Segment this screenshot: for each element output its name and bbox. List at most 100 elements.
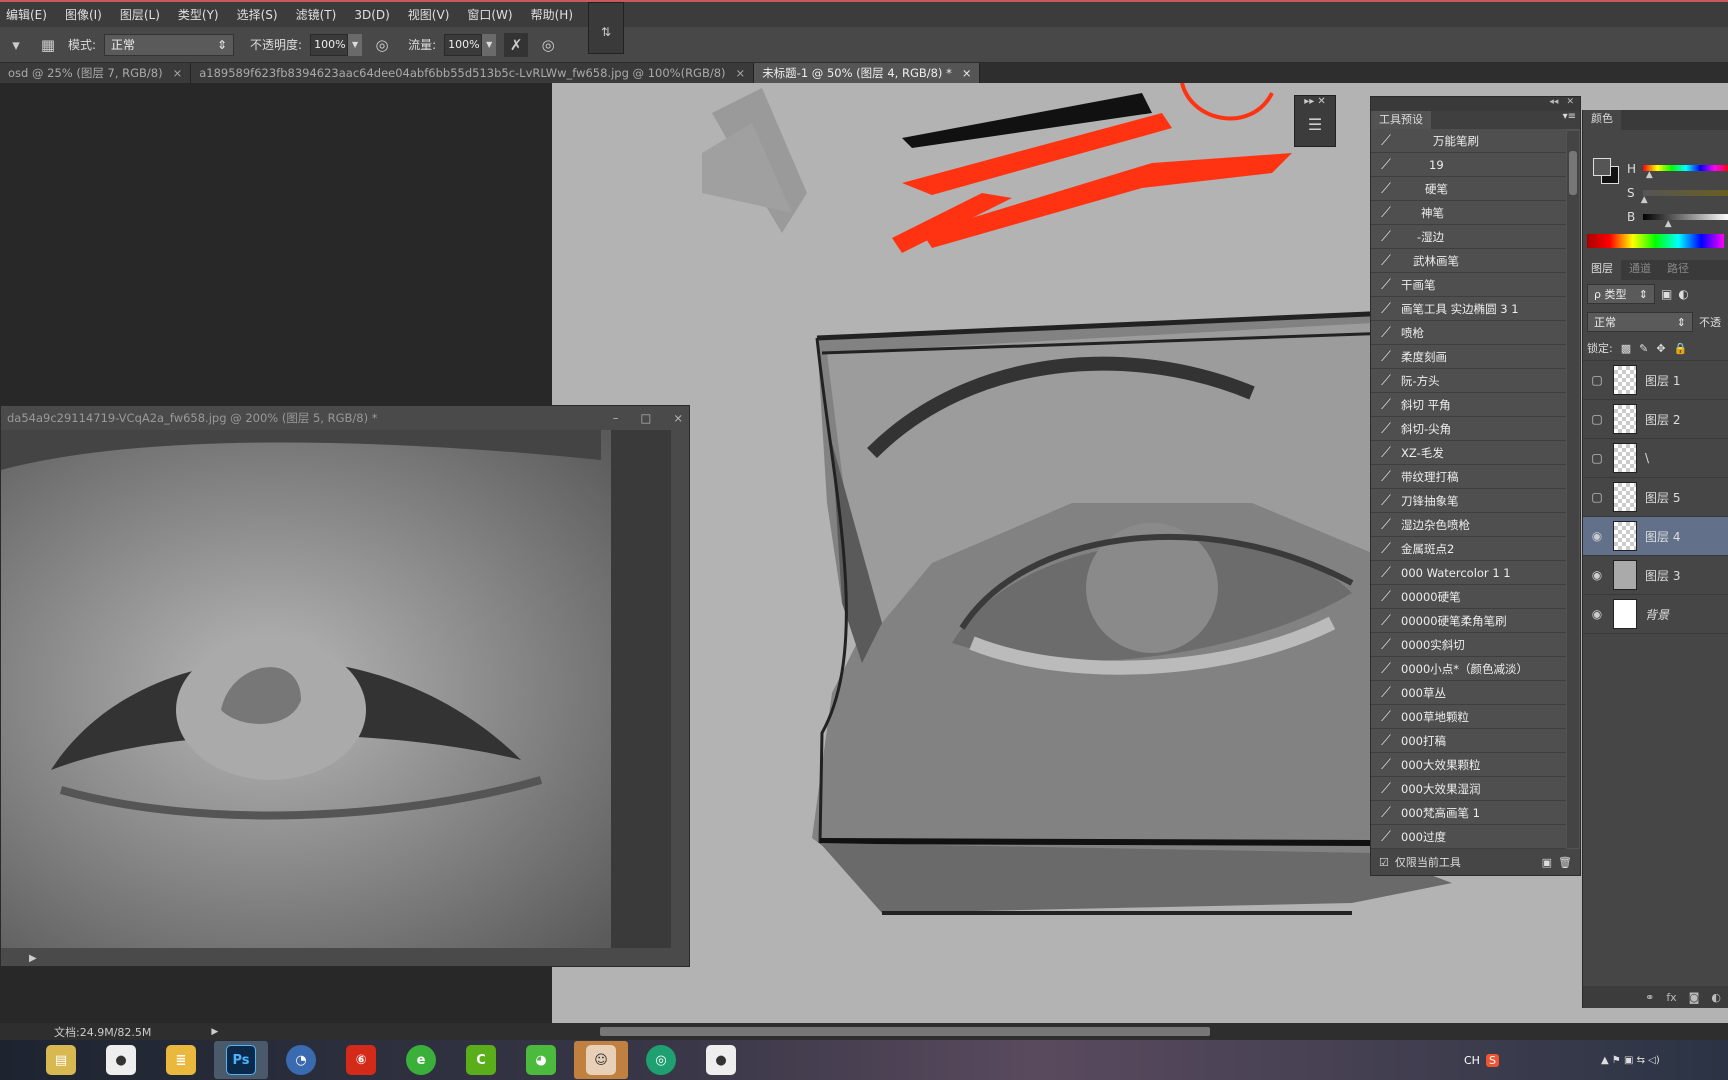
new-preset-icon[interactable]: ▣ <box>1542 856 1552 869</box>
mode-select[interactable]: 正常 ⇕ <box>104 33 235 56</box>
layer-row[interactable]: ▢ \ <box>1583 439 1728 478</box>
sliders-icon[interactable]: ☰ <box>1295 115 1335 134</box>
menu-item[interactable]: 帮助(H) <box>531 6 573 23</box>
eye-icon[interactable]: ◉ <box>1589 568 1605 582</box>
image-filter-icon[interactable]: ▣ <box>1661 287 1672 301</box>
trash-icon[interactable]: 🗑 <box>1558 856 1572 869</box>
lock-all-icon[interactable]: 🔒 <box>1674 342 1688 355</box>
taskbar-notes[interactable]: ≣ <box>154 1041 208 1079</box>
color-ramp[interactable] <box>1587 234 1724 248</box>
preset-item[interactable]: ⟋ 0000小点*（颜色减淡） <box>1371 657 1566 681</box>
horizontal-scrollbar[interactable] <box>600 1027 1210 1036</box>
layer-row[interactable]: ▢ 图层 2 <box>1583 400 1728 439</box>
taskbar-photoshop[interactable]: Ps <box>214 1041 268 1079</box>
only-current-checkbox[interactable]: ☑ <box>1379 856 1389 869</box>
menu-item[interactable]: 图像(I) <box>65 6 102 23</box>
eye-icon[interactable]: ◉ <box>1589 529 1605 543</box>
fx-icon[interactable]: fx <box>1666 991 1676 1004</box>
menu-item[interactable]: 滤镜(T) <box>296 6 337 23</box>
adjustment-icon[interactable]: ◐ <box>1711 991 1721 1004</box>
layer-row[interactable]: ▢ 图层 1 <box>1583 361 1728 400</box>
preset-item[interactable]: ⟋ 金属斑点2 <box>1371 537 1566 561</box>
status-menu-arrow[interactable]: ▶ <box>211 1027 218 1037</box>
maximize-button[interactable]: □ <box>640 411 651 425</box>
tool-preset-picker[interactable]: ▾ <box>4 33 28 57</box>
tab-close-icon[interactable]: × <box>962 63 972 83</box>
saturation-slider[interactable] <box>1643 190 1728 196</box>
foreground-color-swatch[interactable] <box>1593 158 1611 176</box>
saturation-thumb[interactable]: ▲ <box>1641 195 1648 205</box>
taskbar-iqiyi[interactable]: ◎ <box>634 1041 688 1079</box>
tray-icons[interactable]: ▲ ⚑ ▣ ⇆ ◁) <box>1601 1055 1660 1066</box>
preset-item[interactable]: ⟋ 画笔工具 实边椭圆 3 1 <box>1371 297 1566 321</box>
menu-item[interactable]: 编辑(E) <box>6 6 47 23</box>
menu-item[interactable]: 图层(L) <box>120 6 160 23</box>
preset-item[interactable]: ⟋ 19 <box>1371 153 1566 177</box>
preset-item[interactable]: ⟋ 硬笔 <box>1371 177 1566 201</box>
mini-panel[interactable]: ▸▸ ✕ ☰ <box>1294 95 1336 147</box>
preset-item[interactable]: ⟋ 000 Watercolor 1 1 <box>1371 561 1566 585</box>
taskbar-ie[interactable]: e <box>394 1041 448 1079</box>
preset-item[interactable]: ⟋ 0000实斜切 <box>1371 633 1566 657</box>
document-tab[interactable]: a189589f623fb8394623aac64dee04abf6bb55d5… <box>191 63 755 83</box>
mini-panel-icon[interactable]: ⇅ <box>588 2 624 54</box>
reference-window-titlebar[interactable]: da54a9c29114719-VCqA2a_fw658.jpg @ 200% … <box>1 406 689 430</box>
preset-item[interactable]: ⟋ 湿边杂色喷枪 <box>1371 513 1566 537</box>
preset-scrollbar[interactable] <box>1567 131 1579 848</box>
preset-item[interactable]: ⟋ 000大效果湿润 <box>1371 777 1566 801</box>
preset-item[interactable]: ⟋ 神笔 <box>1371 201 1566 225</box>
pressure-opacity-icon[interactable]: ◎ <box>370 33 394 57</box>
sogou-icon[interactable]: S <box>1485 1053 1499 1067</box>
preset-item[interactable]: ⟋ 000草地颗粒 <box>1371 705 1566 729</box>
panel-menu-icon[interactable]: ▾≡ <box>1563 111 1580 129</box>
brightness-slider[interactable] <box>1643 214 1728 220</box>
document-tab[interactable]: 未标题-1 @ 50% (图层 4, RGB/8) * × <box>754 63 981 83</box>
visibility-box[interactable]: ▢ <box>1589 373 1605 387</box>
adjustment-filter-icon[interactable]: ◐ <box>1678 287 1688 301</box>
hue-thumb[interactable]: ▲ <box>1646 170 1653 180</box>
play-icon[interactable]: ▶ <box>29 953 37 964</box>
airbrush-icon[interactable]: ✗ <box>504 32 529 57</box>
preset-item[interactable]: ⟋ 喷枪 <box>1371 321 1566 345</box>
taskbar-wechat[interactable]: ◕ <box>514 1041 568 1079</box>
visibility-box[interactable]: ▢ <box>1589 490 1605 504</box>
lock-position-icon[interactable]: ✥ <box>1656 342 1665 355</box>
flow-dropdown[interactable]: ▼ <box>482 33 497 56</box>
document-tab[interactable]: osd @ 25% (图层 7, RGB/8) × <box>0 63 192 83</box>
ime-indicator[interactable]: CH <box>1464 1054 1480 1067</box>
menu-item[interactable]: 选择(S) <box>237 6 278 23</box>
preset-item[interactable]: ⟋ 武林画笔 <box>1371 249 1566 273</box>
flow-input[interactable]: 100% <box>444 33 483 56</box>
menu-item[interactable]: 视图(V) <box>408 6 450 23</box>
preset-item[interactable]: ⟋ 000大效果颗粒 <box>1371 753 1566 777</box>
preset-item[interactable]: ⟋ 00000硬笔柔角笔刷 <box>1371 609 1566 633</box>
preset-item[interactable]: ⟋ 干画笔 <box>1371 273 1566 297</box>
visibility-box[interactable]: ▢ <box>1589 412 1605 426</box>
opacity-dropdown[interactable]: ▼ <box>348 33 363 56</box>
preset-item[interactable]: ⟋ XZ-毛发 <box>1371 441 1566 465</box>
brightness-thumb[interactable]: ▲ <box>1665 219 1672 229</box>
preset-item[interactable]: ⟋ 00000硬笔 <box>1371 585 1566 609</box>
preset-item[interactable]: ⟋ 000过度 <box>1371 825 1566 849</box>
tab-layers-panel[interactable]: 通道 <box>1621 260 1659 280</box>
opacity-input[interactable]: 100% <box>310 33 349 56</box>
tab-close-icon[interactable]: × <box>173 63 183 83</box>
preset-item[interactable]: ⟋ 000梵高画笔 1 <box>1371 801 1566 825</box>
layer-filter-select[interactable]: ρ 类型 ⇕ <box>1587 284 1655 304</box>
reference-window[interactable]: da54a9c29114719-VCqA2a_fw658.jpg @ 200% … <box>0 405 690 967</box>
taskbar-camtasia[interactable]: C <box>454 1041 508 1079</box>
taskbar-browser[interactable]: ◔ <box>274 1041 328 1079</box>
minimize-button[interactable]: – <box>613 411 619 425</box>
taskbar-app-panda[interactable]: ● <box>94 1041 148 1079</box>
pressure-size-icon[interactable]: ◎ <box>536 33 560 57</box>
tab-close-icon[interactable]: × <box>736 63 746 83</box>
preset-item[interactable]: ⟋ 阮-方头 <box>1371 369 1566 393</box>
menu-item[interactable]: 窗口(W) <box>467 6 512 23</box>
preset-item[interactable]: ⟋ 斜切-尖角 <box>1371 417 1566 441</box>
preset-item[interactable]: ⟋ -湿边 <box>1371 225 1566 249</box>
mask-icon[interactable]: ◙ <box>1689 991 1700 1004</box>
brush-panel-icon[interactable]: ▦ <box>36 33 60 57</box>
menu-item[interactable]: 类型(Y) <box>178 6 219 23</box>
layer-row[interactable]: ◉ 图层 3 <box>1583 556 1728 595</box>
collapse-icon[interactable]: ▸▸ ✕ <box>1295 96 1335 107</box>
